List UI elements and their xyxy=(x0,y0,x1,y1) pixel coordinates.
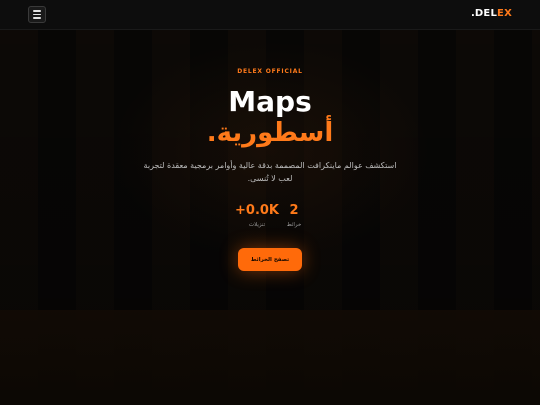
browse-maps-button[interactable]: تصفح الخرائط xyxy=(238,248,302,271)
hero-eyebrow: DELEX OFFICIAL xyxy=(237,68,303,75)
page: .DELEX DELEX OFFICIAL Maps أسطورية. استك… xyxy=(0,0,540,405)
hero-section: DELEX OFFICIAL Maps أسطورية. استكشف عوال… xyxy=(0,0,540,405)
stat-downloads: +0.0K تنزيلات xyxy=(232,203,282,228)
hero-title-english: Maps xyxy=(228,85,312,118)
stat-maps: 2 خرائط xyxy=(279,203,309,228)
hero-title-arabic: أسطورية. xyxy=(206,118,334,148)
stat-downloads-value: +0.0K xyxy=(235,203,279,218)
stat-maps-label: خرائط xyxy=(286,222,302,228)
stat-maps-value: 2 xyxy=(289,203,299,218)
stat-downloads-label: تنزيلات xyxy=(248,222,266,228)
hero-description: استكشف عوالم ماينكرافت المصممة بدقة عالي… xyxy=(143,161,397,183)
